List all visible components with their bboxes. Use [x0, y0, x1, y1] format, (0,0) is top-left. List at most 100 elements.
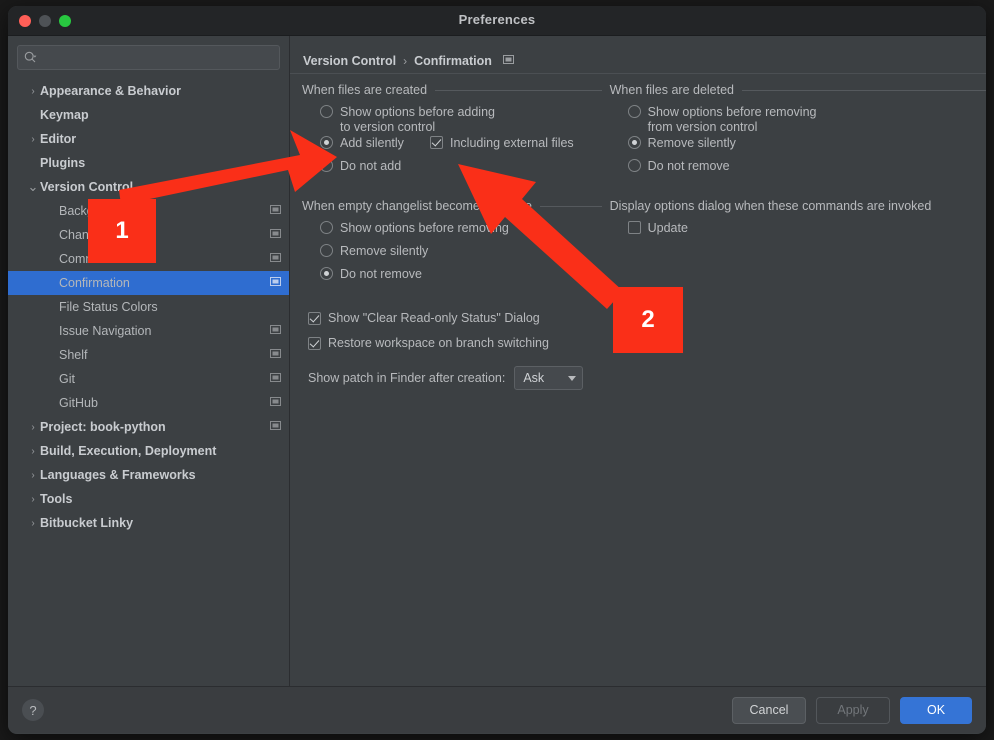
radio-label: Remove silently — [340, 243, 428, 259]
radio-label-line2: to version control — [340, 120, 495, 135]
radio-add-silently[interactable]: Add silently — [302, 135, 430, 158]
display-options-title: Display options dialog when these comman… — [610, 199, 932, 213]
sidebar-item-version-control[interactable]: ⌄Version Control — [8, 175, 289, 199]
chevron-right-icon[interactable]: › — [26, 446, 40, 457]
radio-show-options-before-removing-changelist[interactable]: Show options before removing — [302, 220, 602, 243]
sidebar-item-project-book-python[interactable]: ›Project: book-python — [8, 415, 289, 439]
empty-changelist-title: When empty changelist becomes inactive — [302, 199, 532, 213]
radio-label: Add silently — [340, 135, 404, 151]
sidebar-item-label: Version Control — [40, 180, 281, 194]
radio-label-line1: Show options before adding — [340, 105, 495, 119]
checkbox-including-external-files[interactable]: Including external files — [430, 135, 574, 158]
sidebar-item-label: Confirmation — [59, 276, 270, 290]
cancel-button[interactable]: Cancel — [732, 697, 806, 724]
radio-indicator[interactable] — [320, 267, 333, 280]
panel-icon — [270, 324, 281, 338]
sidebar-item-shelf[interactable]: Shelf — [8, 343, 289, 367]
checkbox-indicator[interactable] — [308, 312, 321, 325]
apply-button[interactable]: Apply — [816, 697, 890, 724]
annotation-badge-1: 1 — [88, 199, 156, 263]
search-input[interactable] — [37, 50, 273, 66]
show-patch-dropdown[interactable]: Ask — [514, 366, 583, 390]
sidebar-item-label: Git — [59, 372, 270, 386]
panel-icon — [270, 204, 281, 218]
sidebar-item-confirmation[interactable]: Confirmation — [8, 271, 289, 295]
checkbox-indicator[interactable] — [430, 136, 443, 149]
search-field[interactable] — [17, 45, 280, 70]
radio-label-line1: Show options before removing — [648, 105, 817, 119]
checkbox-show-clear-readonly-dialog[interactable]: Show "Clear Read-only Status" Dialog — [302, 305, 602, 330]
sidebar-item-tools[interactable]: ›Tools — [8, 487, 289, 511]
display-options-group-header: Display options dialog when these comman… — [610, 199, 986, 213]
sidebar-item-label: Build, Execution, Deployment — [40, 444, 281, 458]
chevron-right-icon[interactable]: › — [26, 134, 40, 145]
sidebar-item-build-execution-deployment[interactable]: ›Build, Execution, Deployment — [8, 439, 289, 463]
radio-show-options-before-adding[interactable]: Show options before adding to version co… — [302, 104, 602, 135]
sidebar-item-label: Languages & Frameworks — [40, 468, 281, 482]
panel-icon — [270, 252, 281, 266]
checkbox-indicator[interactable] — [628, 221, 641, 234]
files-created-group-header: When files are created — [302, 83, 602, 97]
chevron-right-icon[interactable]: › — [26, 470, 40, 481]
radio-indicator[interactable] — [320, 221, 333, 234]
sidebar-item-issue-navigation[interactable]: Issue Navigation — [8, 319, 289, 343]
sidebar-item-keymap[interactable]: Keymap — [8, 103, 289, 127]
sidebar-item-appearance-behavior[interactable]: ›Appearance & Behavior — [8, 79, 289, 103]
breadcrumb-root[interactable]: Version Control — [303, 54, 396, 68]
radio-indicator[interactable] — [320, 159, 333, 172]
panel-icon — [270, 228, 281, 242]
checkbox-indicator[interactable] — [308, 337, 321, 350]
radio-label: Remove silently — [648, 135, 736, 151]
checkbox-restore-workspace[interactable]: Restore workspace on branch switching — [302, 330, 602, 355]
radio-remove-silently-changelist[interactable]: Remove silently — [302, 243, 602, 266]
sidebar-item-languages-frameworks[interactable]: ›Languages & Frameworks — [8, 463, 289, 487]
radio-label-line2: from version control — [648, 120, 817, 135]
radio-do-not-remove-deleted[interactable]: Do not remove — [610, 158, 986, 181]
sidebar-item-label: Plugins — [40, 156, 281, 170]
breadcrumb: Version Control › Confirmation — [290, 36, 986, 73]
sidebar-item-git[interactable]: Git — [8, 367, 289, 391]
files-created-title: When files are created — [302, 83, 427, 97]
dialog-body: ›Appearance & BehaviorKeymap›Editor Plugi… — [8, 36, 986, 686]
files-deleted-title: When files are deleted — [610, 83, 734, 97]
radio-remove-silently-deleted[interactable]: Remove silently — [610, 135, 986, 158]
radio-indicator[interactable] — [628, 136, 641, 149]
radio-indicator[interactable] — [320, 244, 333, 257]
content-divider — [290, 73, 986, 74]
help-button[interactable]: ? — [22, 699, 44, 721]
radio-indicator[interactable] — [320, 136, 333, 149]
radio-do-not-remove-changelist[interactable]: Do not remove — [302, 266, 602, 289]
settings-main-panel: Version Control › Confirmation When file… — [290, 36, 986, 686]
sidebar-item-file-status-colors[interactable]: File Status Colors — [8, 295, 289, 319]
empty-changelist-group-header: When empty changelist becomes inactive — [302, 199, 602, 213]
sidebar-item-github[interactable]: GitHub — [8, 391, 289, 415]
badge-number: 2 — [641, 306, 654, 334]
ok-button[interactable]: OK — [900, 697, 972, 724]
checkbox-update[interactable]: Update — [610, 220, 986, 243]
sidebar-item-label: Issue Navigation — [59, 324, 270, 338]
sidebar-item-editor[interactable]: ›Editor — [8, 127, 289, 151]
radio-indicator[interactable] — [628, 105, 641, 118]
group-rule — [435, 90, 602, 91]
breadcrumb-separator-icon: › — [403, 54, 407, 68]
sidebar-item-label: File Status Colors — [59, 300, 281, 314]
radio-indicator[interactable] — [320, 105, 333, 118]
chevron-down-icon[interactable]: ⌄ — [26, 179, 40, 195]
checkbox-label: Restore workspace on branch switching — [328, 336, 549, 350]
chevron-right-icon[interactable]: › — [26, 86, 40, 97]
dialog-footer: ? Cancel Apply OK — [8, 686, 986, 733]
panel-icon — [503, 54, 514, 68]
chevron-right-icon[interactable]: › — [26, 422, 40, 433]
radio-indicator[interactable] — [628, 159, 641, 172]
chevron-right-icon[interactable]: › — [26, 494, 40, 505]
window-title: Preferences — [8, 12, 986, 27]
chevron-right-icon[interactable]: › — [26, 518, 40, 529]
group-rule — [540, 206, 602, 207]
sidebar-item-plugins[interactable]: Plugins — [8, 151, 289, 175]
radio-show-options-before-removing-vcs[interactable]: Show options before removing from versio… — [610, 104, 986, 135]
sidebar-item-bitbucket-linky[interactable]: ›Bitbucket Linky — [8, 511, 289, 535]
sidebar-item-label: Bitbucket Linky — [40, 516, 281, 530]
show-patch-in-finder-row: Show patch in Finder after creation: Ask — [302, 366, 602, 390]
radio-do-not-add[interactable]: Do not add — [302, 158, 602, 181]
badge-number: 1 — [115, 217, 128, 245]
